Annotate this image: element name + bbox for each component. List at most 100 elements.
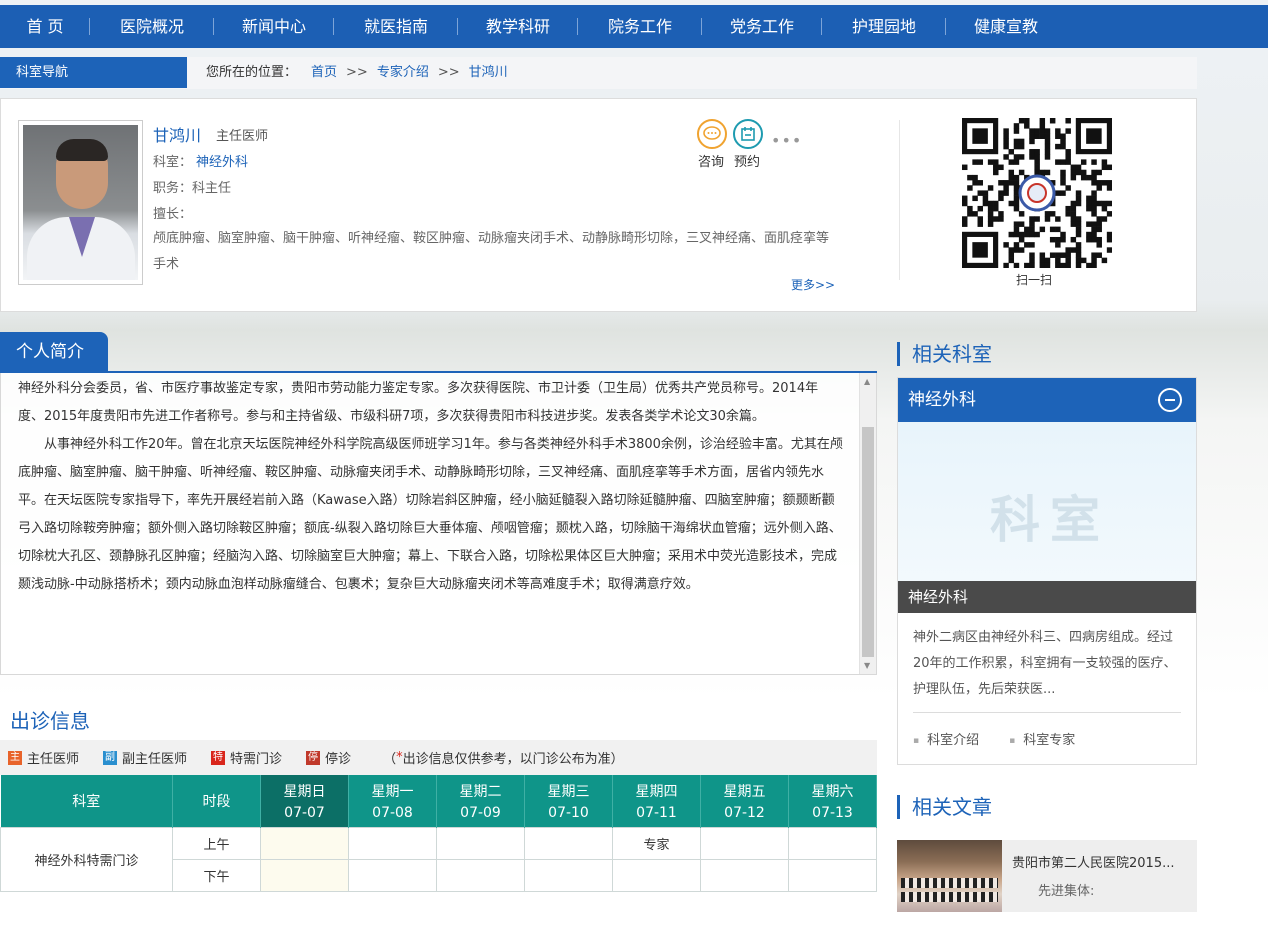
schedule-legend: 主主任医师 副副主任医师 特特需门诊 停停诊 （* 出诊信息仅供参考，以门诊公布为… bbox=[0, 740, 877, 775]
schedule-cell bbox=[260, 858, 349, 892]
schedule-row-am: 神经外科特需门诊 上午 专家 bbox=[0, 826, 877, 892]
doctor-name[interactable]: 甘鸿川 bbox=[153, 122, 201, 146]
bio-panel: 神经外科分会委员，省、市医疗事故鉴定专家，贵阳市劳动能力鉴定专家。多次获得医院、… bbox=[0, 373, 877, 675]
breadcrumb-home[interactable]: 首页 bbox=[311, 57, 337, 88]
nav-party[interactable]: 党务工作 bbox=[702, 5, 822, 48]
legend-label: 特需门诊 bbox=[230, 752, 283, 767]
bio-paragraph: 神经外科分会委员，省、市医疗事故鉴定专家，贵阳市劳动能力鉴定专家。多次获得医院、… bbox=[18, 381, 819, 424]
doctor-dept-link[interactable]: 神经外科 bbox=[196, 155, 248, 170]
schedule-cell bbox=[524, 858, 613, 892]
header-day: 星期一 07-08 bbox=[348, 775, 437, 827]
header-day: 星期五 07-12 bbox=[700, 775, 789, 827]
dept-image[interactable]: 科室 bbox=[898, 422, 1196, 581]
nav-research[interactable]: 教学科研 bbox=[458, 5, 578, 48]
dept-label: 科室： bbox=[153, 155, 193, 170]
article-thumbnail[interactable] bbox=[897, 840, 1002, 912]
dept-caption[interactable]: 神经外科 bbox=[898, 581, 1196, 613]
dept-description: 神外二病区由神经外科三、四病房组成。经过20年的工作积累，科室拥有一支较强的医疗… bbox=[913, 630, 1177, 697]
nav-news[interactable]: 新闻中心 bbox=[214, 5, 334, 48]
breadcrumb-experts[interactable]: 专家介绍 bbox=[377, 57, 429, 88]
bio-section-title: 个人简介 bbox=[0, 332, 108, 372]
doctor-duty: 职务：科主任 bbox=[153, 181, 232, 196]
top-nav: 首 页 医院概况 新闻中心 就医指南 教学科研 院务工作 党务工作 护理园地 健… bbox=[0, 5, 1268, 48]
schedule-title: 出诊信息 bbox=[10, 709, 90, 733]
related-dept-title: 相关科室 bbox=[897, 342, 992, 366]
bio-scrollbar[interactable]: ▲ ▼ bbox=[859, 373, 876, 674]
schedule-cell bbox=[436, 826, 525, 860]
chief-badge-icon: 主 bbox=[8, 750, 22, 765]
schedule-cell bbox=[436, 858, 525, 892]
doctor-skills: 颅底肿瘤、脑室肿瘤、脑干肿瘤、听神经瘤、鞍区肿瘤、动脉瘤夹闭手术、动静脉畸形切除… bbox=[153, 231, 830, 272]
scroll-down-icon[interactable]: ▼ bbox=[864, 661, 870, 670]
nav-nursing[interactable]: 护理园地 bbox=[822, 5, 946, 48]
schedule-cell bbox=[260, 826, 349, 860]
schedule-cell bbox=[788, 826, 877, 860]
nav-guide[interactable]: 就医指南 bbox=[334, 5, 458, 48]
scroll-thumb[interactable] bbox=[862, 427, 874, 657]
skill-label: 擅长： bbox=[153, 207, 193, 222]
more-dots-icon[interactable]: ••• bbox=[771, 131, 802, 150]
schedule-header-row: 科室 时段 星期日 07-07 星期一 07-08 星期二 07-09 星期三 07-1… bbox=[0, 775, 877, 827]
consult-button[interactable] bbox=[697, 119, 727, 149]
consult-label[interactable]: 咨询 bbox=[698, 151, 724, 170]
doctor-photo bbox=[18, 120, 143, 285]
breadcrumb-current[interactable]: 甘鸿川 bbox=[469, 57, 508, 88]
qr-label: 扫一扫 bbox=[1016, 273, 1053, 287]
article-item[interactable]: 贵阳市第二人民医院2015... 先进集体: bbox=[897, 840, 1197, 912]
nav-health-edu[interactable]: 健康宣教 bbox=[946, 5, 1066, 48]
schedule-cell bbox=[348, 858, 437, 892]
schedule-table: 科室 时段 星期日 07-07 星期一 07-08 星期二 07-09 星期三 07-1… bbox=[0, 775, 877, 892]
schedule-note: （* 出诊信息仅供参考，以门诊公布为准） bbox=[383, 750, 624, 767]
collapse-icon[interactable] bbox=[1158, 388, 1182, 412]
schedule-cell bbox=[700, 858, 789, 892]
legend-label: 停诊 bbox=[325, 752, 352, 767]
schedule-period: 上午 bbox=[172, 826, 261, 860]
divider bbox=[899, 120, 900, 280]
header-dept: 科室 bbox=[0, 775, 173, 827]
schedule-cell[interactable]: 专家 bbox=[612, 826, 701, 860]
dept-box-header[interactable]: 神经外科 bbox=[898, 378, 1196, 422]
doctor-title: 主任医师 bbox=[216, 129, 269, 144]
calendar-icon bbox=[741, 127, 755, 141]
nav-hospital-overview[interactable]: 医院概况 bbox=[90, 5, 214, 48]
appointment-button[interactable] bbox=[733, 119, 763, 149]
breadcrumb-sep: >> bbox=[346, 65, 368, 80]
chat-icon bbox=[703, 126, 721, 140]
schedule-dept: 神经外科特需门诊 bbox=[0, 826, 173, 892]
qr-code bbox=[962, 118, 1113, 269]
article-title[interactable]: 贵阳市第二人民医院2015... bbox=[1012, 852, 1192, 871]
schedule-cell bbox=[788, 858, 877, 892]
dept-intro-link[interactable]: 科室介绍 bbox=[913, 729, 979, 748]
bio-paragraph: 从事神经外科工作20年。曾在北京天坛医院神经外科学院高级医师班学习1年。参与各类… bbox=[18, 437, 843, 592]
breadcrumb-sep: >> bbox=[437, 65, 460, 80]
schedule-cell bbox=[524, 826, 613, 860]
header-period: 时段 bbox=[172, 775, 261, 827]
schedule-cell bbox=[348, 826, 437, 860]
more-link[interactable]: 更多>> bbox=[791, 276, 835, 293]
deputy-badge-icon: 副 bbox=[103, 750, 118, 765]
related-article-title: 相关文章 bbox=[897, 795, 992, 819]
stopped-badge-icon: 停 bbox=[306, 750, 321, 765]
legend-label: 副主任医师 bbox=[122, 752, 188, 767]
legend-label: 主任医师 bbox=[27, 752, 80, 767]
dept-image-watermark: 科室 bbox=[990, 491, 1110, 549]
article-subtitle: 先进集体: bbox=[1038, 884, 1095, 899]
dept-nav-button[interactable]: 科室导航 bbox=[0, 57, 187, 88]
schedule-period: 下午 bbox=[172, 858, 261, 892]
dept-experts-link[interactable]: 科室专家 bbox=[1009, 729, 1075, 748]
related-dept-box: 神经外科 科室 神经外科 神外二病区由神经外科三、四病房组成。经过20年的工作积… bbox=[897, 377, 1197, 765]
dept-box-name: 神经外科 bbox=[908, 390, 976, 410]
header-day: 星期三 07-10 bbox=[524, 775, 613, 827]
doctor-dept-line: 科室： 神经外科 bbox=[153, 151, 248, 170]
scroll-up-icon[interactable]: ▲ bbox=[864, 377, 870, 386]
appointment-label[interactable]: 预约 bbox=[734, 151, 760, 170]
nav-home[interactable]: 首 页 bbox=[0, 5, 90, 48]
nav-affairs[interactable]: 院务工作 bbox=[578, 5, 702, 48]
breadcrumb: 您所在的位置： 首页 >> 专家介绍 >> 甘鸿川 bbox=[206, 57, 508, 88]
divider bbox=[913, 712, 1181, 713]
bio-text: 神经外科分会委员，省、市医疗事故鉴定专家，贵阳市劳动能力鉴定专家。多次获得医院、… bbox=[18, 375, 844, 599]
location-label: 您所在的位置： bbox=[206, 65, 298, 80]
header-day: 星期六 07-13 bbox=[788, 775, 877, 827]
dept-links: 科室介绍 科室专家 bbox=[913, 729, 1105, 748]
header-day: 星期日 07-07 bbox=[260, 775, 349, 827]
